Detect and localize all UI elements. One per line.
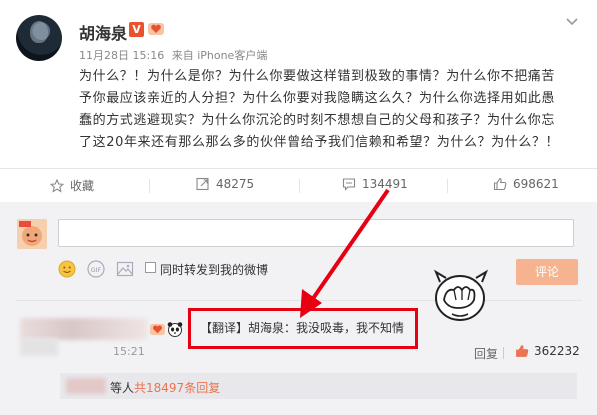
weibo-post-page: 胡海泉 V 11月28日 15:16 来自 iPhone客户端 为什么？！为什么… — [0, 0, 597, 415]
replies-prefix: 等人 — [110, 381, 135, 395]
member-heart-icon — [150, 323, 165, 336]
replies-summary[interactable]: 等人共18497条回复 — [110, 379, 220, 396]
like-button[interactable]: 698621 — [493, 177, 559, 191]
svg-text:GIF: GIF — [91, 266, 102, 274]
translation-highlight-box: 【翻译】胡海泉：我没吸毒，我不知情 — [188, 308, 418, 349]
post-meta: 11月28日 15:16 来自 iPhone客户端 — [79, 47, 267, 63]
image-icon[interactable] — [116, 260, 134, 278]
post-action-bar: 收藏 48275 134491 698621 — [0, 168, 597, 203]
author-name[interactable]: 胡海泉 — [79, 20, 127, 44]
post-text-line: 为什么？！为什么是你？为什么你要做这样错到极致的事情？为什么你不把痛苦 — [79, 69, 556, 84]
comment-button[interactable]: 134491 — [342, 177, 408, 191]
post-text-line: 了这20年来还有那么那么多的伙伴曾给予我们信赖和希望？为什么？为什么？！ — [79, 135, 560, 150]
star-icon — [50, 178, 64, 193]
comment-time: 15:21 — [113, 345, 145, 358]
forward-checkbox-label[interactable]: 同时转发到我的微博 — [160, 261, 268, 278]
submit-comment-button[interactable]: 评论 — [516, 259, 578, 285]
post-text-line: 蠢的方式逃避现实？为什么你沉沦的时刻不想想自己的父母和孩子？为什么你忘 — [79, 113, 556, 128]
forward-button[interactable]: 48275 — [196, 177, 254, 191]
translation-text: 我没吸毒，我不知情 — [296, 321, 405, 335]
replies-count[interactable]: 共18497条回复 — [134, 381, 220, 395]
current-user-avatar[interactable] — [17, 219, 47, 249]
member-heart-icon — [148, 23, 164, 35]
smiley-icon[interactable] — [58, 260, 76, 278]
comment-icon — [342, 178, 356, 191]
blurred-commenter-name — [20, 318, 148, 340]
thumbs-up-icon — [516, 345, 529, 357]
verified-badge: V — [129, 22, 144, 37]
like-count: 698621 — [513, 177, 559, 191]
comment-count: 134491 — [362, 177, 408, 191]
divider — [15, 300, 582, 301]
favorite-label: 收藏 — [70, 179, 95, 193]
post-time[interactable]: 11月28日 15:16 — [79, 49, 164, 62]
post-text-line: 予你最应该亲近的人分担？为什么你要对我隐瞒这么久？为什么你选择用如此愚 — [79, 91, 556, 106]
cartoon-avatar-icon — [17, 219, 47, 249]
comment-like-count: 362232 — [534, 344, 580, 358]
comment-input[interactable] — [58, 219, 574, 247]
action-divider — [447, 179, 448, 193]
blurred-commenter-avatar — [20, 338, 58, 356]
blurred-reply-names — [66, 378, 106, 394]
post-source: 来自 iPhone客户端 — [171, 49, 268, 62]
forward-checkbox[interactable] — [145, 262, 156, 273]
action-divider — [299, 179, 300, 193]
favorite-button[interactable]: 收藏 — [50, 177, 94, 194]
gif-icon[interactable]: GIF — [87, 260, 105, 278]
chevron-down-icon[interactable] — [566, 18, 578, 26]
divider — [503, 347, 504, 359]
thumbs-up-icon — [493, 177, 507, 191]
comment-like-button[interactable]: 362232 — [515, 344, 580, 358]
translation-name: 胡海泉： — [248, 321, 297, 335]
action-divider — [149, 179, 150, 193]
reply-button[interactable]: 回复 — [474, 345, 498, 362]
forward-icon — [196, 177, 209, 191]
panda-icon — [167, 322, 183, 337]
author-avatar[interactable] — [16, 15, 62, 61]
translation-tag: 【翻译】 — [200, 321, 249, 335]
forward-count: 48275 — [216, 177, 255, 191]
facepalm-sticker-icon — [433, 269, 489, 321]
post-text: 为什么？！为什么是你？为什么你要做这样错到极致的事情？为什么你不把痛苦 予你最应… — [79, 66, 577, 154]
